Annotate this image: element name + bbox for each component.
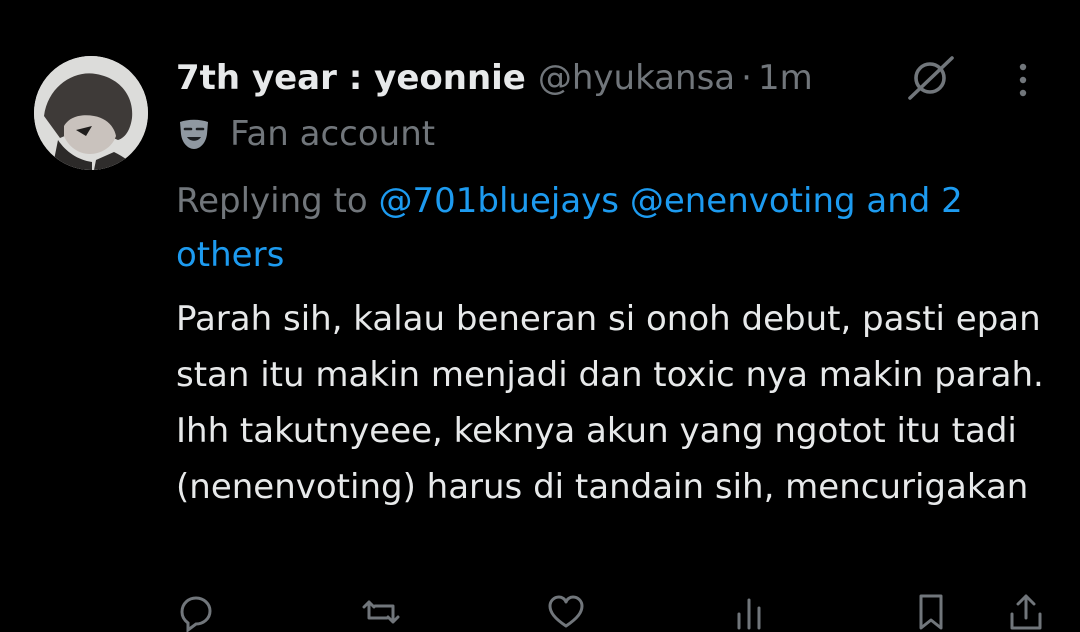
username-handle[interactable]: @hyukansa	[538, 56, 735, 100]
avatar[interactable]	[34, 56, 148, 170]
replying-prefix: Replying to	[176, 181, 368, 221]
account-label-text: Fan account	[230, 114, 436, 154]
tweet-text: Parah sih, kalau beneran si onoh debut, …	[176, 299, 1044, 507]
action-bar	[176, 592, 1046, 632]
mention-link-1[interactable]: @701bluejays	[379, 181, 620, 221]
replying-to: Replying to @701bluejays @enenvoting and…	[176, 174, 1056, 282]
theater-mask-icon	[180, 119, 208, 149]
more-options-icon[interactable]	[1010, 62, 1036, 98]
account-label[interactable]: Fan account	[176, 112, 435, 156]
tweet[interactable]: 7th year : yeonnie @hyukansa · 1m Fan ac…	[0, 0, 1080, 632]
mention-link-2[interactable]: @enenvoting	[630, 181, 856, 221]
separator-dot: ·	[741, 58, 752, 98]
avatar-photo	[34, 56, 148, 170]
retweet-icon[interactable]	[361, 592, 401, 632]
share-icon[interactable]	[1006, 592, 1046, 632]
views-icon[interactable]	[731, 592, 771, 632]
bookmark-icon[interactable]	[911, 592, 951, 632]
timestamp[interactable]: 1m	[758, 56, 813, 100]
reply-icon[interactable]	[176, 592, 216, 632]
display-name[interactable]: 7th year : yeonnie	[176, 56, 526, 100]
like-icon[interactable]	[546, 592, 586, 632]
grok-icon[interactable]	[906, 56, 956, 100]
tweet-header: 7th year : yeonnie @hyukansa · 1m	[176, 56, 813, 100]
